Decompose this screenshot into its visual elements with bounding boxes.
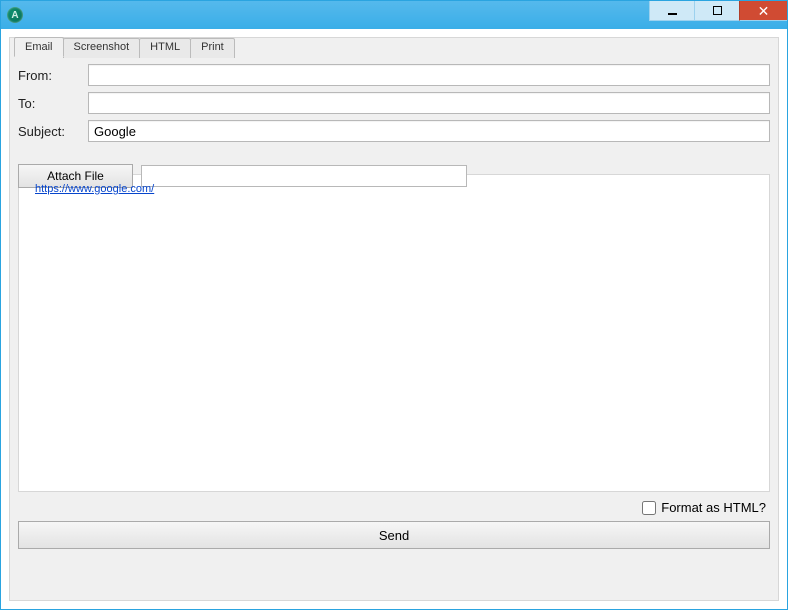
tab-screenshot[interactable]: Screenshot bbox=[63, 38, 141, 58]
message-body[interactable]: https://www.google.com/ bbox=[18, 174, 770, 492]
format-html-option[interactable]: Format as HTML? bbox=[642, 500, 766, 515]
panel: Email Screenshot HTML Print From: To: Su… bbox=[9, 37, 779, 601]
attach-path-input[interactable] bbox=[141, 165, 467, 187]
tab-strip: Email Screenshot HTML Print bbox=[14, 36, 234, 56]
tab-label: Email bbox=[25, 41, 53, 53]
tab-body: From: To: Subject: Attach File bbox=[18, 64, 770, 549]
subject-label: Subject: bbox=[18, 124, 88, 139]
to-input[interactable] bbox=[88, 92, 770, 114]
tab-email[interactable]: Email bbox=[14, 37, 64, 57]
tab-label: Print bbox=[201, 41, 224, 53]
close-icon: ✕ bbox=[758, 4, 770, 18]
subject-input[interactable] bbox=[88, 120, 770, 142]
send-button-label: Send bbox=[379, 528, 409, 543]
tab-label: HTML bbox=[150, 41, 180, 53]
close-button[interactable]: ✕ bbox=[739, 1, 787, 21]
from-input[interactable] bbox=[88, 64, 770, 86]
body-link[interactable]: https://www.google.com/ bbox=[35, 183, 154, 195]
subject-row: Subject: bbox=[18, 120, 770, 142]
content-area: Email Screenshot HTML Print From: To: Su… bbox=[1, 29, 787, 609]
window: A ✕ Email Screenshot HTML Print From: bbox=[0, 0, 788, 610]
maximize-button[interactable] bbox=[694, 1, 739, 21]
maximize-icon bbox=[713, 6, 722, 15]
app-icon: A bbox=[7, 7, 23, 23]
titlebar: A ✕ bbox=[1, 1, 787, 29]
format-html-checkbox[interactable] bbox=[642, 501, 656, 515]
tab-print[interactable]: Print bbox=[190, 38, 235, 58]
from-label: From: bbox=[18, 68, 88, 83]
options-row: Format as HTML? bbox=[18, 492, 770, 521]
titlebar-left: A bbox=[7, 7, 23, 23]
to-label: To: bbox=[18, 96, 88, 111]
minimize-icon bbox=[668, 13, 677, 15]
window-controls: ✕ bbox=[649, 1, 787, 29]
tab-html[interactable]: HTML bbox=[139, 38, 191, 58]
minimize-button[interactable] bbox=[649, 1, 694, 21]
from-row: From: bbox=[18, 64, 770, 86]
app-icon-letter: A bbox=[11, 10, 18, 21]
format-html-label: Format as HTML? bbox=[661, 500, 766, 515]
send-button[interactable]: Send bbox=[18, 521, 770, 549]
tab-label: Screenshot bbox=[74, 41, 130, 53]
to-row: To: bbox=[18, 92, 770, 114]
